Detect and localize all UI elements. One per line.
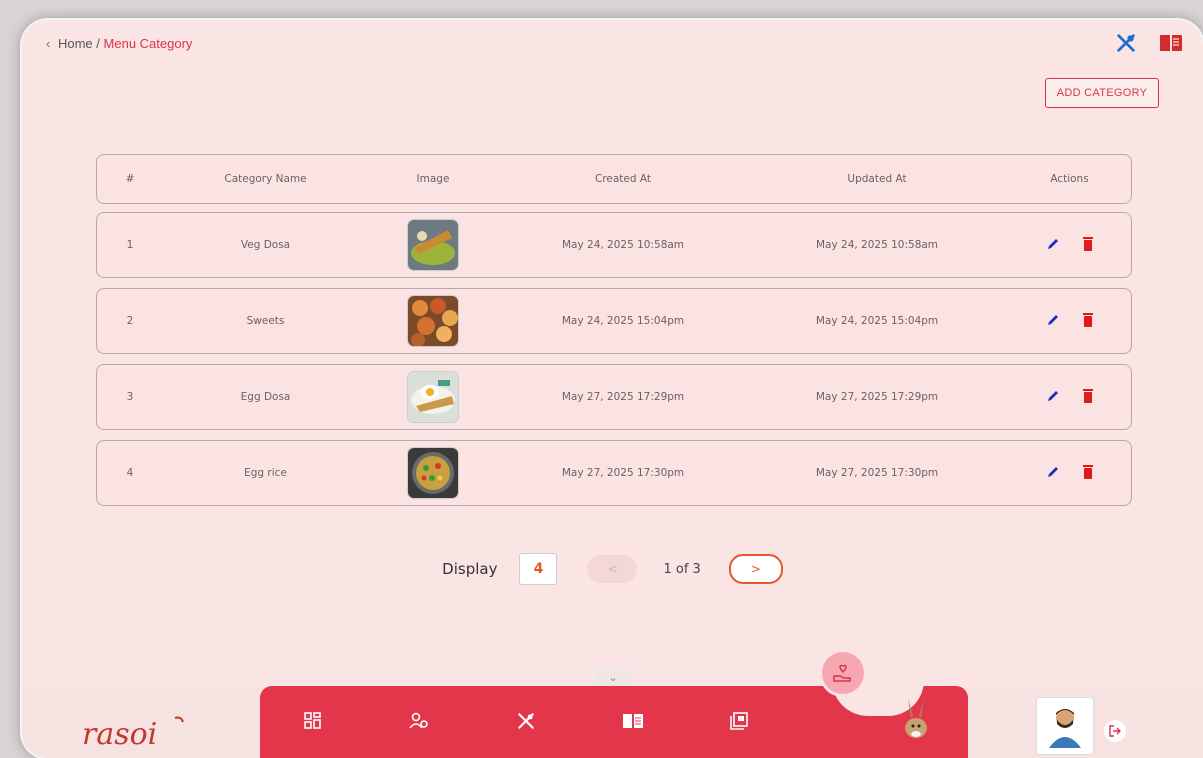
logout-button[interactable]: [1104, 720, 1126, 742]
row-category-name: Sweets: [246, 315, 285, 327]
fork-knife-icon: [518, 713, 534, 729]
edit-icon[interactable]: [1046, 237, 1060, 254]
table-header: # Category Name Image Created At Updated…: [96, 154, 1132, 204]
row-updated-at: May 27, 2025 17:30pm: [815, 467, 939, 479]
fork-knife-icon[interactable]: [1115, 32, 1137, 54]
prev-page-button[interactable]: <: [587, 555, 638, 583]
book-icon[interactable]: [1159, 32, 1183, 54]
row-number: 1: [126, 239, 134, 251]
row-category-name: Egg rice: [244, 467, 287, 479]
edit-icon[interactable]: [1046, 313, 1060, 330]
header-actions: Actions: [1050, 173, 1089, 185]
nav-user-settings[interactable]: [404, 706, 434, 736]
row-image-cell: [368, 365, 498, 429]
breadcrumb-separator: /: [96, 36, 100, 51]
add-category-button[interactable]: ADD CATEGORY: [1045, 78, 1159, 108]
category-thumbnail: [408, 448, 458, 498]
row-category-name: Veg Dosa: [240, 239, 291, 251]
breadcrumb-current: Menu Category: [103, 36, 193, 51]
table-row: 1 Veg Dosa May 24, 2025 10:58am May 24, …: [96, 212, 1132, 278]
delete-icon[interactable]: [1082, 388, 1094, 406]
dashboard-icon: [304, 712, 321, 729]
row-actions: [1006, 441, 1133, 505]
row-updated-at: May 24, 2025 15:04pm: [815, 315, 939, 327]
edit-icon[interactable]: [1046, 389, 1060, 406]
header-actions: [1115, 32, 1183, 54]
book-icon: [623, 714, 643, 728]
category-thumbnail: [408, 372, 458, 422]
breadcrumb-home-link[interactable]: Home: [58, 36, 93, 51]
row-image-cell: [368, 289, 498, 353]
user-avatar[interactable]: [1036, 697, 1094, 755]
edit-icon[interactable]: [1046, 465, 1060, 482]
delete-icon[interactable]: [1082, 236, 1094, 254]
row-image-cell: [368, 441, 498, 505]
category-table: # Category Name Image Created At Updated…: [96, 154, 1132, 516]
breadcrumb: ‹ Home / Menu Category: [46, 36, 192, 51]
chevron-down-icon: ⌄: [608, 671, 618, 684]
row-actions: [1006, 289, 1133, 353]
nav-dashboard[interactable]: [298, 706, 328, 736]
row-actions: [1006, 365, 1133, 429]
users-settings-icon: [409, 712, 428, 729]
gallery-icon: [730, 712, 748, 730]
row-actions: [1006, 213, 1133, 277]
row-updated-at: May 27, 2025 17:29pm: [815, 391, 939, 403]
app-window: ‹ Home / Menu Category ADD CATEGORY # Ca…: [22, 20, 1203, 758]
logout-icon: [1109, 725, 1121, 737]
nav-menu[interactable]: [511, 706, 541, 736]
row-number: 2: [126, 315, 134, 327]
avatar-icon: [1049, 709, 1081, 748]
page-status: 1 of 3: [663, 561, 701, 577]
donate-hand-icon: [833, 664, 851, 682]
delete-icon[interactable]: [1082, 464, 1094, 482]
row-created-at: May 27, 2025 17:29pm: [561, 391, 685, 403]
table-row: 3 Egg Dosa May 27, 2025 17:29pm May 27, …: [96, 364, 1132, 430]
nav-gallery[interactable]: [724, 706, 754, 736]
row-category-name: Egg Dosa: [240, 391, 291, 403]
row-number: 4: [126, 467, 134, 479]
category-thumbnail: [408, 296, 458, 346]
header-image: Image: [416, 173, 450, 185]
collapse-toggle[interactable]: ⌄: [595, 666, 631, 688]
header-category-name: Category Name: [224, 173, 307, 185]
header-updated-at: Updated At: [847, 173, 907, 185]
back-chevron-icon[interactable]: ‹: [46, 36, 50, 51]
next-page-button[interactable]: >: [728, 554, 783, 584]
row-number: 3: [126, 391, 134, 403]
header-created-at: Created At: [594, 173, 651, 185]
page-size-input[interactable]: 4: [519, 553, 558, 585]
brand-logo: rasoi: [80, 716, 210, 757]
row-created-at: May 24, 2025 15:04pm: [561, 315, 685, 327]
table-row: 2 Sweets May 24, 2025 15:04pm May 24, 20…: [96, 288, 1132, 354]
row-created-at: May 24, 2025 10:58am: [561, 239, 685, 251]
mascot-icon: [902, 696, 930, 745]
nav-menu-book[interactable]: [618, 706, 648, 736]
table-row: 4 Egg rice May 27, 2025 17:30pm May 27, …: [96, 440, 1132, 506]
row-updated-at: May 24, 2025 10:58am: [815, 239, 939, 251]
display-label: Display: [442, 560, 498, 578]
header-number: #: [125, 173, 135, 185]
brand-logo-text: rasoi: [82, 717, 157, 752]
category-thumbnail: [408, 220, 458, 270]
delete-icon[interactable]: [1082, 312, 1094, 330]
bottom-nav: [260, 680, 968, 758]
row-created-at: May 27, 2025 17:30pm: [561, 467, 685, 479]
row-image-cell: [368, 213, 498, 277]
pagination: Display 4 < 1 of 3 >: [22, 553, 1203, 585]
donate-button[interactable]: [822, 652, 864, 694]
